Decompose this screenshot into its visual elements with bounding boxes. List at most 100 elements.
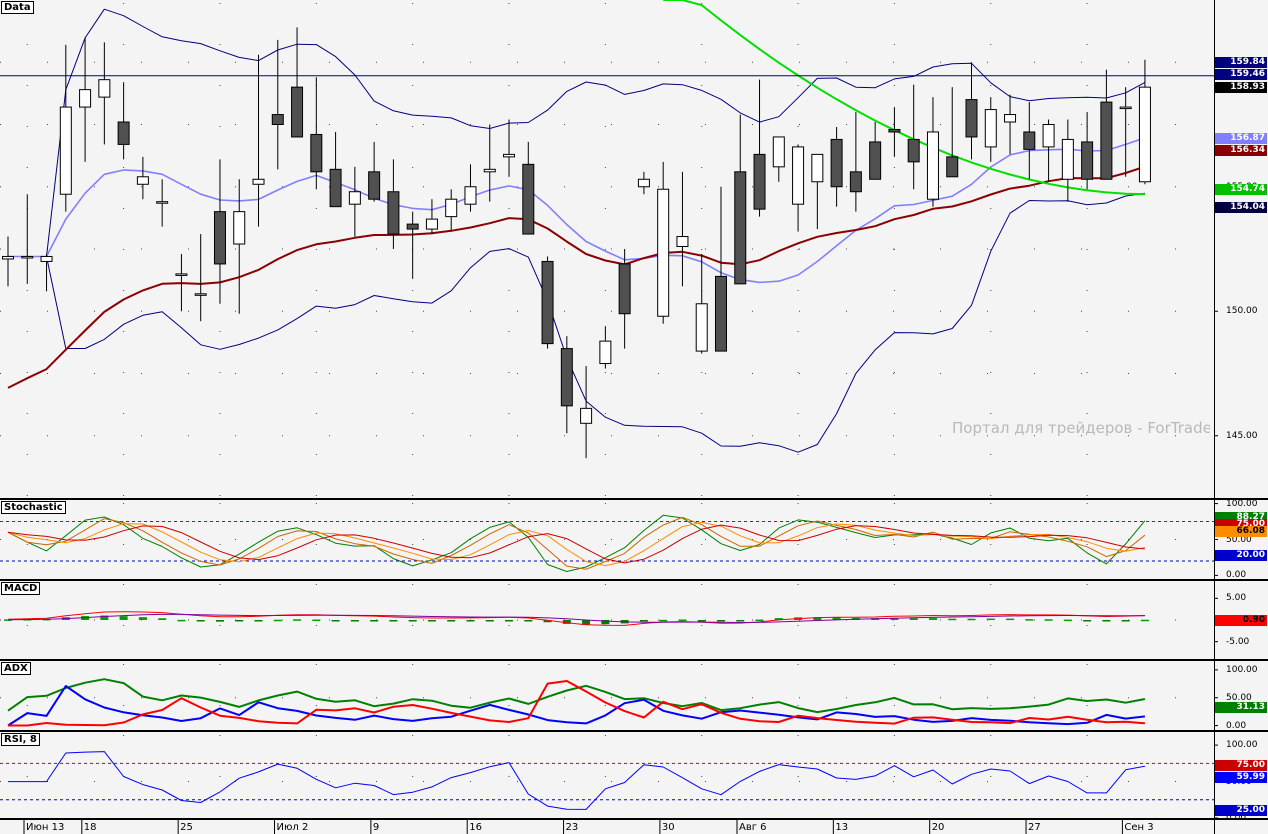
stoch-panel-bg — [0, 500, 1214, 579]
candle-body-down — [734, 171, 747, 285]
stoch-tick-label: 0.00 — [1226, 570, 1247, 581]
price-value-tag: 156.34 — [1215, 145, 1267, 156]
macd-histogram-bar — [736, 620, 745, 622]
candle-body-down — [618, 263, 631, 315]
macd-histogram-bar — [928, 618, 937, 620]
candle-body-up — [175, 273, 188, 276]
candle-body-down — [753, 153, 766, 210]
macd-histogram-bar — [331, 620, 340, 622]
macd-tick-label: 5.00 — [1226, 593, 1247, 604]
macd-histogram-bar — [138, 617, 147, 620]
stoch-tick-label: 100.00 — [1226, 498, 1258, 509]
candle — [541, 256, 554, 349]
candle-body-down — [1023, 131, 1036, 150]
macd-histogram-bar — [697, 620, 706, 622]
candle-body-up — [1119, 106, 1132, 110]
macd-histogram-bar — [909, 618, 918, 620]
candle-body-down — [213, 211, 226, 265]
adx-tick-label: 100.00 — [1226, 664, 1258, 675]
adx-value-tag: 31.13 — [1215, 702, 1267, 713]
candle-body-up — [657, 188, 670, 317]
adx-tick-label: 0.00 — [1226, 720, 1247, 731]
candle-body-down — [869, 141, 882, 180]
macd-histogram-bar — [293, 619, 302, 621]
x-axis-label: 9 — [372, 822, 380, 833]
candle-body-down — [406, 223, 419, 230]
macd-histogram-bar — [639, 620, 648, 622]
price-value-tag: 156.87 — [1215, 133, 1267, 144]
candle-body-up — [348, 191, 361, 205]
candle-body-up — [811, 153, 824, 183]
macd-tick-label: -5.00 — [1226, 636, 1250, 647]
candle-body-up — [637, 178, 650, 188]
candle-body-down — [830, 138, 843, 188]
macd-histogram-bar — [1025, 619, 1034, 621]
macd-histogram-bar — [1006, 618, 1015, 621]
candle-body-down — [329, 168, 342, 208]
candle-body-up — [79, 89, 92, 108]
candle-body-down — [291, 86, 304, 138]
macd-histogram-bar — [659, 619, 668, 622]
macd-histogram-bar — [1140, 619, 1149, 622]
macd-histogram-bar — [196, 620, 205, 622]
price-value-tag: 159.84 — [1215, 57, 1267, 68]
macd-histogram-bar — [716, 620, 725, 622]
rsi-tick-label: 100.00 — [1226, 740, 1258, 751]
macd-histogram-bar — [312, 619, 321, 622]
x-axis-label: Июл 2 — [276, 822, 309, 833]
macd-histogram-bar — [755, 619, 764, 622]
candle-body-down — [888, 128, 901, 133]
price-value-tag: 159.46 — [1215, 69, 1267, 80]
candle-body-up — [676, 236, 689, 248]
macd-histogram-bar — [1063, 619, 1072, 622]
candle-body-up — [425, 218, 438, 230]
macd-histogram-bar — [678, 619, 687, 622]
candle-body-down — [117, 121, 130, 145]
x-axis-label: 27 — [1028, 822, 1041, 833]
candle-body-up — [792, 146, 805, 205]
macd-histogram-bar — [254, 620, 263, 622]
stoch-value-tag: 66.08 — [1215, 526, 1267, 537]
adx-panel-title: ADX — [1, 662, 31, 675]
chart-canvas[interactable] — [0, 0, 1268, 834]
macd-histogram-bar — [350, 620, 359, 622]
x-axis-label: Июн 13 — [26, 822, 65, 833]
x-axis-label: 18 — [83, 822, 97, 833]
candle-body-down — [965, 99, 978, 138]
watermark-text: Портал для трейдеров - ForTrader — [952, 419, 1210, 437]
candle-body-down — [849, 171, 862, 193]
macd-histogram-bar — [1083, 620, 1092, 622]
candle-body-down — [560, 348, 573, 407]
x-axis-label: 20 — [931, 822, 945, 833]
candle-body-up — [252, 178, 265, 185]
macd-histogram-bar — [986, 618, 995, 621]
macd-histogram-bar — [408, 620, 417, 622]
macd-histogram-bar — [215, 620, 224, 622]
stochastic-panel-title: Stochastic — [1, 501, 66, 514]
x-axis-label: 16 — [469, 822, 482, 833]
candle-body-up — [59, 106, 72, 195]
macd-histogram-bar — [948, 618, 957, 621]
candle-body-down — [310, 133, 323, 173]
candle-body-up — [21, 255, 34, 259]
price-tick-label: 150.00 — [1226, 306, 1258, 317]
candle-body-up — [233, 211, 246, 245]
candle-body-up — [98, 79, 111, 98]
candle-body-up — [772, 136, 785, 168]
macd-histogram-bar — [235, 620, 244, 622]
macd-histogram-bar — [158, 618, 167, 620]
x-axis-label: Сен 3 — [1124, 822, 1154, 833]
rsi-panel-title: RSI, 8 — [1, 733, 40, 746]
x-axis-label: 23 — [565, 822, 579, 833]
x-axis-label: 30 — [661, 822, 675, 833]
candle-body-up — [926, 131, 939, 200]
candle-body-up — [1138, 86, 1151, 183]
candle-body-up — [136, 176, 149, 185]
candle-body-down — [522, 163, 535, 235]
candle-body-up — [1004, 114, 1017, 123]
candle-body-up — [156, 201, 169, 204]
candle-body-down — [368, 171, 381, 200]
macd-histogram-bar — [967, 618, 976, 621]
macd-histogram-bar — [119, 616, 128, 620]
candle-body-up — [695, 303, 708, 352]
